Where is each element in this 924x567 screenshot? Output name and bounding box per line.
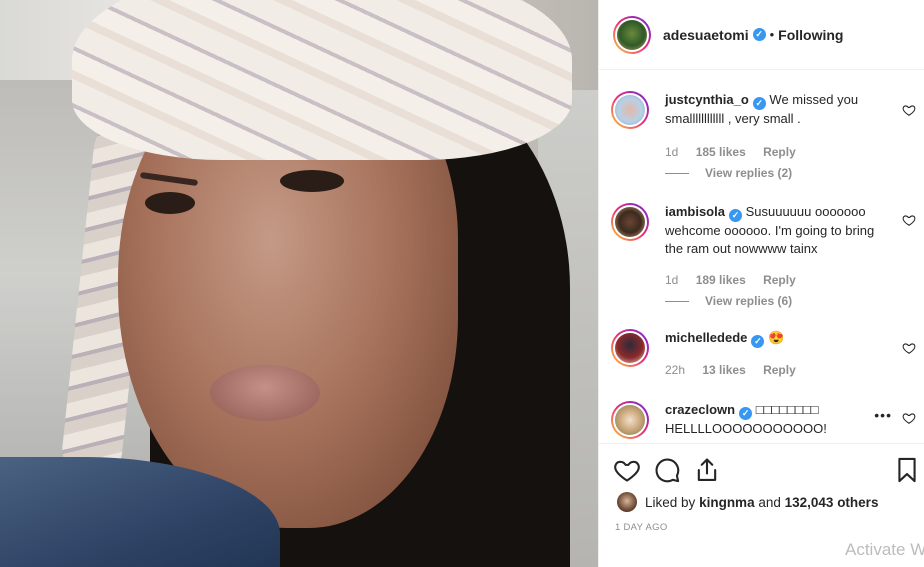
- post-header: adesuaetomi ✓ • Following: [599, 0, 924, 70]
- comment-body: justcynthia_o ✓ We missed you smallllllll…: [665, 91, 890, 128]
- comment-icon[interactable]: [653, 456, 681, 484]
- commenter-avatar-ring[interactable]: [611, 91, 649, 129]
- comment-item: iambisola ✓ Susuuuuuu ooooooo wehcome ooo…: [611, 203, 916, 313]
- liked-by-joiner: and: [758, 494, 781, 510]
- verified-badge-icon: ✓: [739, 407, 753, 420]
- comment-body: michelledede ✓ 😍: [665, 329, 890, 348]
- bookmark-icon[interactable]: [893, 456, 921, 484]
- comment-heart-icon[interactable]: [902, 103, 916, 117]
- comment-item: crazeclown ✓ □□□□□□□□ HELLLLOOOOOOOOOOO! …: [611, 401, 916, 442]
- view-replies-label[interactable]: View replies (6): [705, 294, 792, 308]
- comment-meta: 22h 13 likes Reply: [665, 363, 810, 377]
- comments-list[interactable]: justcynthia_o ✓ We missed you smallllllll…: [599, 71, 924, 442]
- more-options-icon[interactable]: •••: [874, 407, 892, 423]
- comment-meta: 1d 189 likes Reply: [665, 273, 810, 287]
- commenter-avatar[interactable]: [613, 331, 647, 365]
- commenter-avatar-ring[interactable]: [611, 401, 649, 439]
- likes-summary: Liked by kingnma and 132,043 others: [617, 492, 878, 512]
- post-timestamp[interactable]: 1 DAY AGO: [615, 522, 668, 533]
- comment-body: crazeclown ✓ □□□□□□□□ HELLLLOOOOOOOOOOO!: [665, 401, 835, 438]
- liker-username[interactable]: kingnma: [699, 495, 755, 510]
- commenter-avatar[interactable]: [613, 403, 647, 437]
- comment-emoji: 😍: [768, 330, 785, 345]
- comment-likes[interactable]: 185 likes: [696, 145, 746, 159]
- others-count[interactable]: 132,043 others: [785, 495, 879, 510]
- comment-likes[interactable]: 13 likes: [702, 363, 745, 377]
- liked-by-prefix: Liked by: [645, 494, 696, 510]
- heart-icon[interactable]: [613, 456, 641, 484]
- lips: [210, 365, 320, 421]
- left-eye: [145, 192, 195, 214]
- comment-age[interactable]: 1d: [665, 145, 678, 159]
- commenter-avatar[interactable]: [613, 205, 647, 239]
- reply-button[interactable]: Reply: [763, 145, 796, 159]
- post-side-panel: adesuaetomi ✓ • Following justcynthia_o ✓…: [598, 0, 924, 567]
- comment-age[interactable]: 1d: [665, 273, 678, 287]
- comment-likes[interactable]: 189 likes: [696, 273, 746, 287]
- post-photo: [0, 0, 598, 567]
- liker-avatar[interactable]: [617, 492, 637, 512]
- reply-button[interactable]: Reply: [763, 273, 796, 287]
- comment-username[interactable]: crazeclown: [665, 402, 735, 417]
- verified-badge-icon: ✓: [752, 28, 766, 41]
- comment-body: iambisola ✓ Susuuuuuu ooooooo wehcome ooo…: [665, 203, 890, 258]
- replies-divider: [665, 173, 689, 175]
- comment-item: justcynthia_o ✓ We missed you smallllllll…: [611, 91, 916, 201]
- commenter-avatar-ring[interactable]: [611, 329, 649, 367]
- comment-heart-icon[interactable]: [902, 341, 916, 355]
- comment-username[interactable]: justcynthia_o: [665, 92, 749, 107]
- verified-badge-icon: ✓: [752, 97, 766, 110]
- view-replies-button[interactable]: View replies (6): [665, 294, 792, 308]
- share-icon[interactable]: [693, 456, 721, 484]
- following-button[interactable]: Following: [778, 27, 843, 43]
- view-replies-button[interactable]: View replies (2): [665, 166, 792, 180]
- comment-age[interactable]: 22h: [665, 363, 685, 377]
- reply-button[interactable]: Reply: [763, 363, 796, 377]
- author-avatar-ring[interactable]: [613, 15, 651, 54]
- verified-badge-icon: ✓: [751, 335, 765, 348]
- author-username[interactable]: adesuaetomi: [663, 27, 749, 43]
- comment-heart-icon[interactable]: [902, 213, 916, 227]
- comment-username[interactable]: iambisola: [665, 204, 725, 219]
- header-separator: •: [769, 27, 775, 42]
- comment-heart-icon[interactable]: [902, 411, 916, 425]
- comment-item: michelledede ✓ 😍 22h 13 likes Reply: [611, 329, 916, 389]
- activate-windows-watermark: Activate W: [845, 540, 924, 559]
- comment-meta: 1d 185 likes Reply: [665, 145, 810, 159]
- verified-badge-icon: ✓: [728, 209, 742, 222]
- commenter-avatar-ring[interactable]: [611, 203, 649, 241]
- commenter-avatar[interactable]: [613, 93, 647, 127]
- right-eye: [280, 170, 344, 192]
- author-avatar[interactable]: [615, 17, 649, 52]
- view-replies-label[interactable]: View replies (2): [705, 166, 792, 180]
- head-scarf: [72, 0, 572, 160]
- replies-divider: [665, 301, 689, 303]
- comment-username[interactable]: michelledede: [665, 330, 747, 345]
